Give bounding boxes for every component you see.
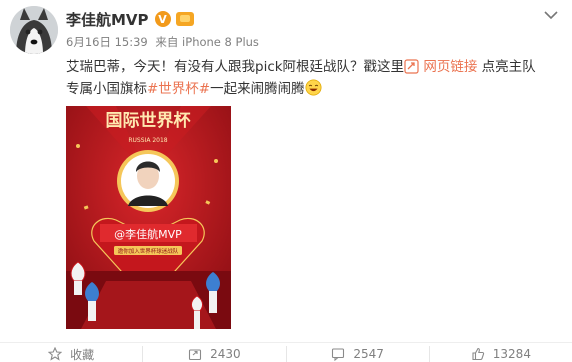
post-text-line2-start: 专属小国旗标 [66,81,147,97]
poster-handle: @李佳航MVP [114,227,182,241]
post-meta: 6月16日 15:39 来自 iPhone 8 Plus [66,34,542,50]
name-row: 李佳航MVP V [66,8,542,30]
like-icon [472,347,484,361]
poster-join-button: 邀你加入世界杯球迷战队 [118,247,179,255]
chevron-down-icon[interactable] [544,10,558,20]
action-bar-divider [0,342,572,343]
world-cup-poster: 国际世界杯 RUSSIA 2018 @李佳航MVP 邀你加入世界杯球迷战队 [66,106,231,329]
comment-icon [332,348,345,361]
post-text-line1-tail: 点亮主队 [481,59,536,75]
share-icon [189,349,202,361]
vip-crown-icon [175,12,194,26]
like-button[interactable]: 13284 [428,346,572,362]
post-text-line2-end: 一起来闹腾闹腾 [210,81,305,97]
web-link[interactable]: 网页链接 [404,59,477,75]
post-text-line1: 艾瑞巴蒂，今天！有没有人跟我pick阿根廷战队？戳这里 [66,59,405,75]
post-content: 艾瑞巴蒂，今天！有没有人跟我pick阿根廷战队？戳这里 网页链接 点亮主队 专属… [66,56,536,100]
repost-button[interactable]: 2430 [142,346,285,362]
comment-button[interactable]: 2547 [285,346,429,362]
verified-v-icon: V [154,11,171,27]
post-date[interactable]: 6月16日 15:39 [66,35,148,49]
post-image[interactable]: 国际世界杯 RUSSIA 2018 @李佳航MVP 邀你加入世界杯球迷战队 [66,106,231,329]
hashtag-link[interactable]: #世界杯# [147,81,210,97]
action-bar: 收藏 2430 2547 13284 [0,346,572,362]
comment-count: 2547 [353,347,384,361]
star-icon [48,347,63,361]
avatar[interactable] [10,6,58,54]
poster-title: 国际世界杯 [106,110,191,131]
like-count: 13284 [492,347,531,361]
favorite-button[interactable]: 收藏 [0,346,142,362]
repost-count: 2430 [210,347,241,361]
favorite-label: 收藏 [70,347,95,362]
web-link-label: 网页链接 [423,59,478,75]
poster-subtitle: RUSSIA 2018 [128,137,167,144]
link-icon [404,59,419,74]
post-source: 来自 iPhone 8 Plus [155,35,259,49]
laughing-emoji-icon [305,79,322,96]
post-header: 李佳航MVP V 6月16日 15:39 来自 iPhone 8 Plus [66,8,542,56]
husky-avatar-icon [10,6,58,54]
username[interactable]: 李佳航MVP [66,9,149,30]
